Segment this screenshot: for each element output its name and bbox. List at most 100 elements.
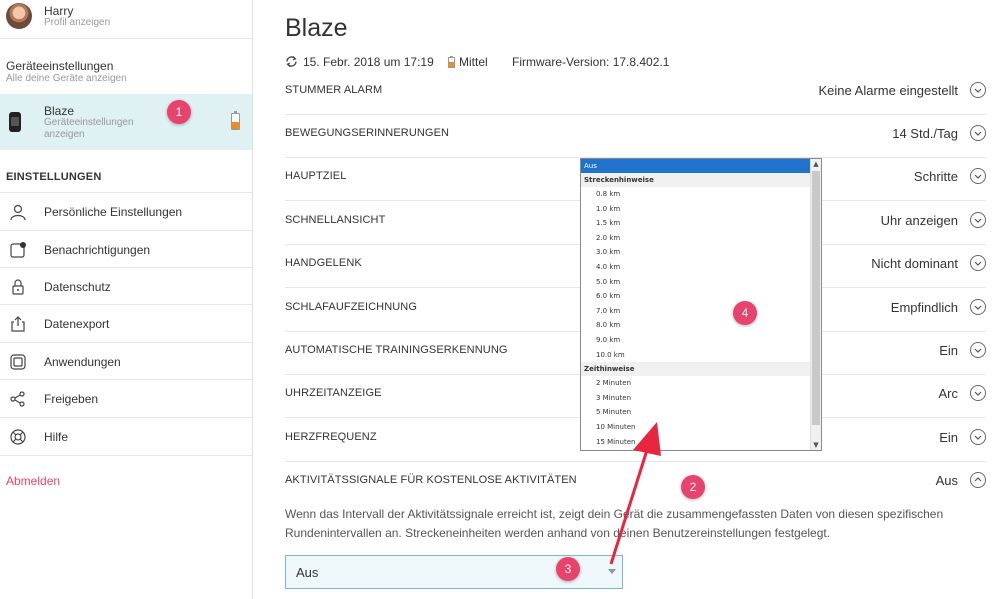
setting-row-silent-alarm[interactable]: STUMMER ALARM Keine Alarme eingestellt bbox=[285, 71, 986, 115]
dropdown-option[interactable]: 3 Minuten bbox=[581, 391, 810, 406]
scroll-up-icon[interactable]: ▲ bbox=[811, 159, 821, 169]
dropdown-group-time: Zeithinweise bbox=[581, 362, 810, 377]
chevron-down-icon[interactable] bbox=[970, 255, 986, 271]
setting-value: Ein bbox=[939, 343, 958, 358]
annotation-arrow bbox=[609, 422, 661, 565]
setting-label: STUMMER ALARM bbox=[285, 84, 383, 96]
sidebar-item-share[interactable]: Freigeben bbox=[0, 379, 252, 417]
profile-name: Harry bbox=[44, 4, 74, 18]
annotation-marker-4: 4 bbox=[733, 301, 757, 325]
setting-row-movement-reminders[interactable]: BEWEGUNGSERINNERUNGEN 14 Std./Tag bbox=[285, 114, 986, 158]
scrollbar-thumb[interactable] bbox=[812, 171, 820, 425]
dropdown-option[interactable]: 5 Minuten bbox=[581, 405, 810, 420]
device-settings-heading: Geräteeinstellungen bbox=[6, 59, 114, 73]
chevron-down-icon[interactable] bbox=[970, 168, 986, 184]
sidebar-item-apps[interactable]: Anwendungen bbox=[0, 342, 252, 380]
annotation-marker-3: 3 bbox=[556, 557, 580, 581]
dropdown-option[interactable]: 1.0 km bbox=[581, 202, 810, 217]
annotation-marker-2: 2 bbox=[681, 475, 705, 499]
sidebar-item-label: Persönliche Einstellungen bbox=[44, 205, 183, 219]
profile-link[interactable]: Harry Profil anzeigen bbox=[0, 0, 252, 39]
setting-label: SCHNELLANSICHT bbox=[285, 214, 386, 226]
chevron-down-icon[interactable] bbox=[970, 385, 986, 401]
export-icon bbox=[11, 316, 25, 332]
chevron-down-icon[interactable] bbox=[970, 212, 986, 228]
sidebar-item-data-export[interactable]: Datenexport bbox=[0, 304, 252, 342]
sidebar-item-label: Freigeben bbox=[44, 392, 99, 406]
apps-icon bbox=[10, 354, 26, 370]
setting-label: UHRZEITANZEIGE bbox=[285, 387, 382, 399]
dropdown-option[interactable]: 10.0 km bbox=[581, 348, 810, 363]
device-subtitle: Geräteeinstellungen anzeigen bbox=[44, 117, 134, 140]
dropdown-scrollbar[interactable]: ▲ ▼ bbox=[810, 159, 821, 450]
setting-label: SCHLAFAUFZEICHNUNG bbox=[285, 301, 417, 313]
dropdown-group-distance: Streckenhinweise bbox=[581, 173, 810, 187]
activity-signal-dropdown-list[interactable]: Aus Streckenhinweise 0.8 km 1.0 km 1.5 k… bbox=[580, 158, 822, 451]
dropdown-options: Aus Streckenhinweise 0.8 km 1.0 km 1.5 k… bbox=[581, 159, 810, 449]
dropdown-option[interactable]: 8.0 km bbox=[581, 318, 810, 333]
select-value: Aus bbox=[296, 565, 319, 580]
battery-status: Mittel bbox=[459, 55, 488, 69]
setting-label: BEWEGUNGSERINNERUNGEN bbox=[285, 127, 450, 139]
chevron-down-icon[interactable] bbox=[970, 342, 986, 358]
person-icon bbox=[10, 204, 26, 221]
battery-icon bbox=[448, 56, 455, 71]
sidebar-item-help[interactable]: Hilfe bbox=[0, 417, 252, 456]
dropdown-option[interactable]: 0.8 km bbox=[581, 187, 810, 202]
dropdown-option[interactable]: 1.5 km bbox=[581, 216, 810, 231]
sidebar-item-label: Datenexport bbox=[44, 317, 110, 331]
dropdown-option[interactable]: 2 Minuten bbox=[581, 376, 810, 391]
setting-label: HERZFREQUENZ bbox=[285, 431, 377, 443]
device-settings-subtitle[interactable]: Alle deine Geräte anzeigen bbox=[6, 73, 127, 84]
chevron-up-icon[interactable] bbox=[970, 472, 986, 488]
notification-icon bbox=[10, 242, 26, 258]
setting-label: HAUPTZIEL bbox=[285, 170, 347, 182]
dropdown-option[interactable]: 9.0 km bbox=[581, 333, 810, 348]
scroll-down-icon[interactable]: ▼ bbox=[811, 440, 821, 450]
firmware-version: Firmware-Version: 17.8.402.1 bbox=[512, 55, 670, 69]
chevron-down-icon[interactable] bbox=[970, 429, 986, 445]
annotation-marker-1: 1 bbox=[167, 100, 191, 124]
sync-icon bbox=[285, 55, 298, 71]
sidebar-item-label: Datenschutz bbox=[44, 280, 111, 294]
dropdown-option[interactable]: 4.0 km bbox=[581, 260, 810, 275]
battery-level bbox=[232, 122, 239, 129]
last-sync-time: 15. Febr. 2018 um 17:19 bbox=[303, 55, 434, 69]
sidebar-item-label: Hilfe bbox=[44, 430, 69, 444]
sidebar-item-notifications[interactable]: Benachrichtigungen bbox=[0, 230, 252, 268]
profile-subtitle[interactable]: Profil anzeigen bbox=[44, 17, 110, 28]
setting-value: Aus bbox=[935, 473, 958, 488]
dropdown-option[interactable]: 3.0 km bbox=[581, 245, 810, 260]
setting-value: Schritte bbox=[913, 169, 958, 184]
dropdown-option[interactable]: 5.0 km bbox=[581, 275, 810, 290]
sidebar: Harry Profil anzeigen Geräteeinstellunge… bbox=[0, 0, 253, 599]
device-item-blaze[interactable]: Blaze Geräteeinstellungen anzeigen bbox=[0, 94, 252, 150]
dropdown-option[interactable]: 7.0 km bbox=[581, 304, 810, 319]
setting-value: Keine Alarme eingestellt bbox=[818, 83, 958, 98]
setting-label: AUTOMATISCHE TRAININGSERKENNUNG bbox=[285, 344, 508, 356]
dropdown-option[interactable]: 6.0 km bbox=[581, 289, 810, 304]
sidebar-item-privacy[interactable]: Datenschutz bbox=[0, 267, 252, 305]
dropdown-option[interactable]: 2.0 km bbox=[581, 231, 810, 246]
setting-value: Empfindlich bbox=[890, 300, 958, 315]
device-name: Blaze bbox=[44, 104, 75, 118]
sidebar-item-personal-settings[interactable]: Persönliche Einstellungen bbox=[0, 192, 252, 230]
settings-heading: EINSTELLUNGEN bbox=[6, 171, 102, 183]
sidebar-item-label: Anwendungen bbox=[44, 355, 121, 369]
setting-value: Uhr anzeigen bbox=[880, 213, 958, 228]
battery-icon bbox=[231, 111, 240, 130]
help-icon bbox=[10, 429, 26, 445]
setting-value: Arc bbox=[938, 386, 959, 401]
logout-link[interactable]: Abmelden bbox=[6, 474, 60, 488]
lock-icon bbox=[12, 279, 24, 295]
setting-value: 14 Std./Tag bbox=[892, 126, 958, 141]
chevron-down-icon[interactable] bbox=[970, 299, 986, 315]
setting-value: Nicht dominant bbox=[871, 256, 958, 271]
chevron-down-icon[interactable] bbox=[970, 125, 986, 141]
chevron-down-icon[interactable] bbox=[970, 82, 986, 98]
page-title: Blaze bbox=[285, 14, 348, 42]
dropdown-option-selected[interactable]: Aus bbox=[581, 159, 810, 173]
setting-value: Ein bbox=[939, 430, 958, 445]
avatar[interactable] bbox=[6, 3, 32, 29]
setting-label: HANDGELENK bbox=[285, 257, 362, 269]
